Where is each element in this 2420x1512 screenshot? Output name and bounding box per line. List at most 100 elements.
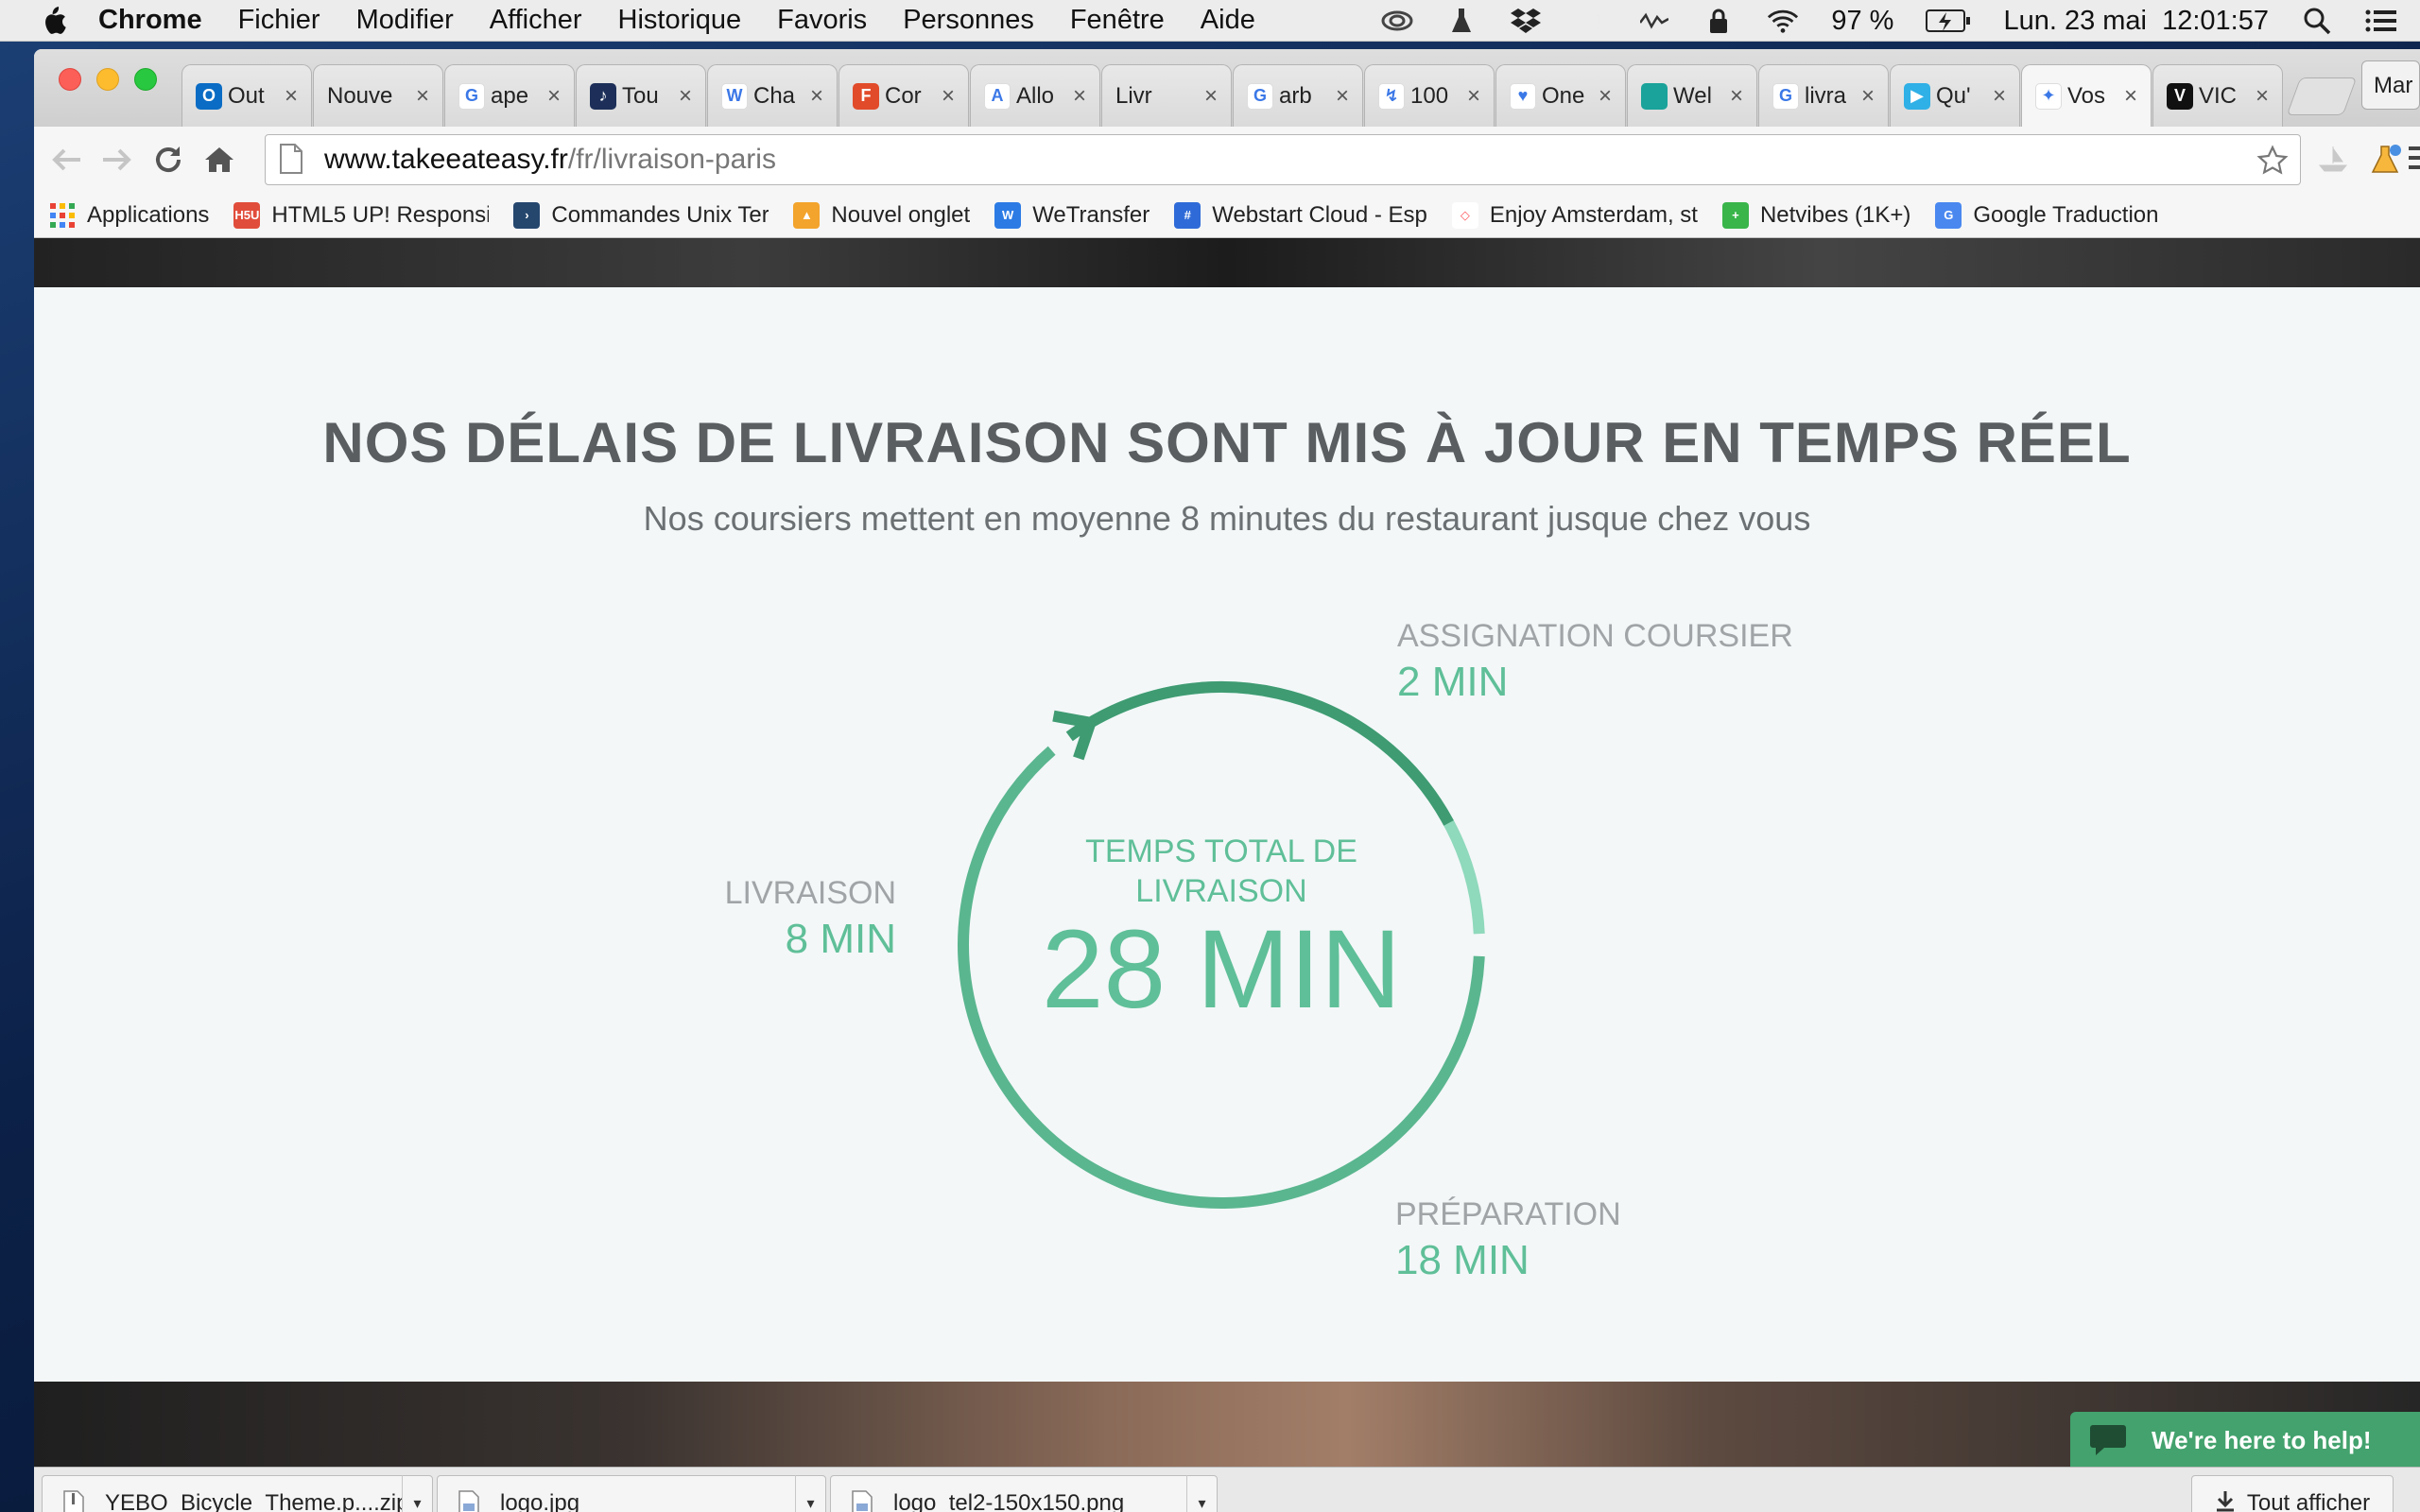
close-tab-icon[interactable]: × — [1989, 84, 2010, 107]
heart-icon: ♥ — [1510, 82, 1536, 110]
menu-app-chrome[interactable]: Chrome — [98, 5, 202, 36]
lab-extension-icon[interactable] — [2369, 143, 2403, 181]
bookmark-item[interactable]: ◇ Enjoy Amsterdam, st — [1451, 201, 1698, 229]
close-tab-icon[interactable]: × — [412, 84, 433, 107]
show-all-downloads-button[interactable]: Tout afficher — [2191, 1475, 2394, 1512]
download-options-caret[interactable]: ▾ — [795, 1475, 825, 1512]
close-tab-icon[interactable]: × — [2252, 84, 2273, 107]
zoom-window-button[interactable] — [134, 68, 157, 91]
close-tab-icon[interactable]: × — [1726, 84, 1747, 107]
bookmark-item[interactable]: G Google Traduction — [1935, 201, 2158, 229]
total-time-block: TEMPS TOTAL DE LIVRAISON 28 MIN — [1032, 832, 1410, 1028]
menu-modifier[interactable]: Modifier — [356, 5, 454, 36]
live-chat-widget[interactable]: We're here to help! — [2070, 1412, 2420, 1469]
download-item[interactable]: logo.jpg ▾ — [437, 1475, 826, 1512]
moon-app-icon[interactable] — [1574, 7, 1606, 35]
tab-4[interactable]: W Cha × — [707, 64, 838, 127]
menu-personnes[interactable]: Personnes — [903, 5, 1034, 36]
apple-menu-icon[interactable] — [38, 5, 70, 37]
close-tab-icon[interactable]: × — [1858, 84, 1878, 107]
tab-label: Cha — [753, 82, 796, 109]
reload-button[interactable] — [149, 141, 187, 179]
tab-12[interactable]: Glivra × — [1758, 64, 1889, 127]
tab-14[interactable]: ✦ Vos × — [2021, 64, 2152, 127]
translate-icon: G — [1935, 201, 1962, 229]
tab-2[interactable]: Gape × — [444, 64, 575, 127]
lock-icon[interactable] — [1703, 7, 1735, 35]
close-tab-icon[interactable]: × — [675, 84, 696, 107]
download-options-caret[interactable]: ▾ — [402, 1475, 432, 1512]
battery-charging-icon[interactable] — [1926, 7, 1971, 35]
tab-6[interactable]: A Allo × — [970, 64, 1100, 127]
menu-fenetre[interactable]: Fenêtre — [1070, 5, 1165, 36]
bookmark-item[interactable]: # Webstart Cloud - Esp — [1174, 201, 1427, 229]
menu-aide[interactable]: Aide — [1201, 5, 1255, 36]
back-button[interactable] — [47, 141, 85, 179]
tab-7[interactable]: Livr × — [1101, 64, 1232, 127]
activity-icon[interactable] — [1638, 7, 1670, 35]
spotlight-search-icon[interactable] — [2301, 7, 2333, 35]
download-filename: YEBO_Bicycle_Theme.p....zip — [105, 1490, 402, 1512]
close-tab-icon[interactable]: × — [938, 84, 959, 107]
footer-photo-strip — [34, 1382, 2420, 1467]
close-window-button[interactable] — [59, 68, 81, 91]
close-tab-icon[interactable]: × — [544, 84, 564, 107]
menu-favoris[interactable]: Favoris — [777, 5, 867, 36]
notification-center-icon[interactable] — [2365, 7, 2397, 35]
menu-fichier[interactable]: Fichier — [238, 5, 320, 36]
tab-8[interactable]: Garb × — [1233, 64, 1363, 127]
home-button[interactable] — [200, 141, 238, 179]
close-tab-icon[interactable]: × — [806, 84, 827, 107]
tab-0[interactable]: O Out × — [182, 64, 312, 127]
address-bar[interactable]: www.takeeateasy.fr/fr/livraison-paris — [265, 134, 2301, 185]
apps-grid-icon — [49, 202, 76, 229]
outlook-icon: O — [196, 82, 222, 110]
close-tab-icon[interactable]: × — [2120, 84, 2141, 107]
tab-9[interactable]: ↯ 100 × — [1364, 64, 1495, 127]
close-tab-icon[interactable]: × — [1595, 84, 1616, 107]
bookmark-item[interactable]: ▲ Nouvel onglet — [793, 201, 970, 229]
creative-cloud-icon[interactable] — [1381, 7, 1413, 35]
download-item[interactable]: logo_tel2-150x150.png ▾ — [830, 1475, 1218, 1512]
menu-historique[interactable]: Historique — [618, 5, 742, 36]
tab-label: One — [1542, 82, 1585, 109]
tab-15[interactable]: V VIC × — [2152, 64, 2283, 127]
close-tab-icon[interactable]: × — [1069, 84, 1090, 107]
bookmark-item[interactable]: › Commandes Unix Ter — [513, 201, 769, 229]
tab-5[interactable]: F Cor × — [838, 64, 969, 127]
battery-percent[interactable]: 97 % — [1831, 6, 1893, 37]
profile-button[interactable]: Mar — [2361, 60, 2420, 110]
bookmark-item[interactable]: + Netvibes (1K+) — [1721, 201, 1910, 229]
tab-1[interactable]: Nouve × — [313, 64, 443, 127]
download-options-caret[interactable]: ▾ — [1186, 1475, 1217, 1512]
vice-icon: V — [2167, 82, 2193, 110]
bookmark-item[interactable]: H5U HTML5 UP! Responsi — [233, 201, 489, 229]
tab-3[interactable]: ♪ Tou × — [576, 64, 706, 127]
tab-10[interactable]: ♥ One × — [1495, 64, 1626, 127]
ship-extension-icon[interactable] — [2316, 143, 2350, 180]
close-tab-icon[interactable]: × — [1463, 84, 1484, 107]
new-tab-button[interactable] — [2286, 77, 2358, 115]
bookmark-star-icon[interactable] — [2256, 145, 2289, 184]
dropbox-icon[interactable] — [1510, 7, 1542, 35]
tab-11[interactable]: Wel × — [1627, 64, 1757, 127]
total-time-label: TEMPS TOTAL DE LIVRAISON — [1085, 833, 1357, 909]
close-tab-icon[interactable]: × — [1201, 84, 1221, 107]
bookmark-item[interactable]: W WeTransfer — [994, 201, 1150, 229]
stage-livraison-value: 8 MIN — [785, 916, 896, 962]
clock-datetime[interactable]: Lun. 23 mai 12:01:57 — [2003, 6, 2269, 37]
chrome-menu-icon[interactable] — [2409, 143, 2420, 178]
close-tab-icon[interactable]: × — [1332, 84, 1353, 107]
tab-label: Livr — [1115, 82, 1152, 109]
download-item[interactable]: YEBO_Bicycle_Theme.p....zip ▾ — [42, 1475, 433, 1512]
minimize-window-button[interactable] — [96, 68, 119, 91]
tab-13[interactable]: ▶ Qu' × — [1890, 64, 2020, 127]
menu-afficher[interactable]: Afficher — [490, 5, 582, 36]
tab-label: Vos — [2067, 82, 2106, 109]
wifi-icon[interactable] — [1767, 7, 1799, 35]
forward-button[interactable] — [98, 141, 136, 179]
page-info-icon[interactable] — [279, 143, 307, 177]
close-tab-icon[interactable]: × — [281, 84, 302, 107]
flask-icon[interactable] — [1445, 7, 1478, 35]
bookmark-applications[interactable]: Applications — [49, 202, 209, 229]
